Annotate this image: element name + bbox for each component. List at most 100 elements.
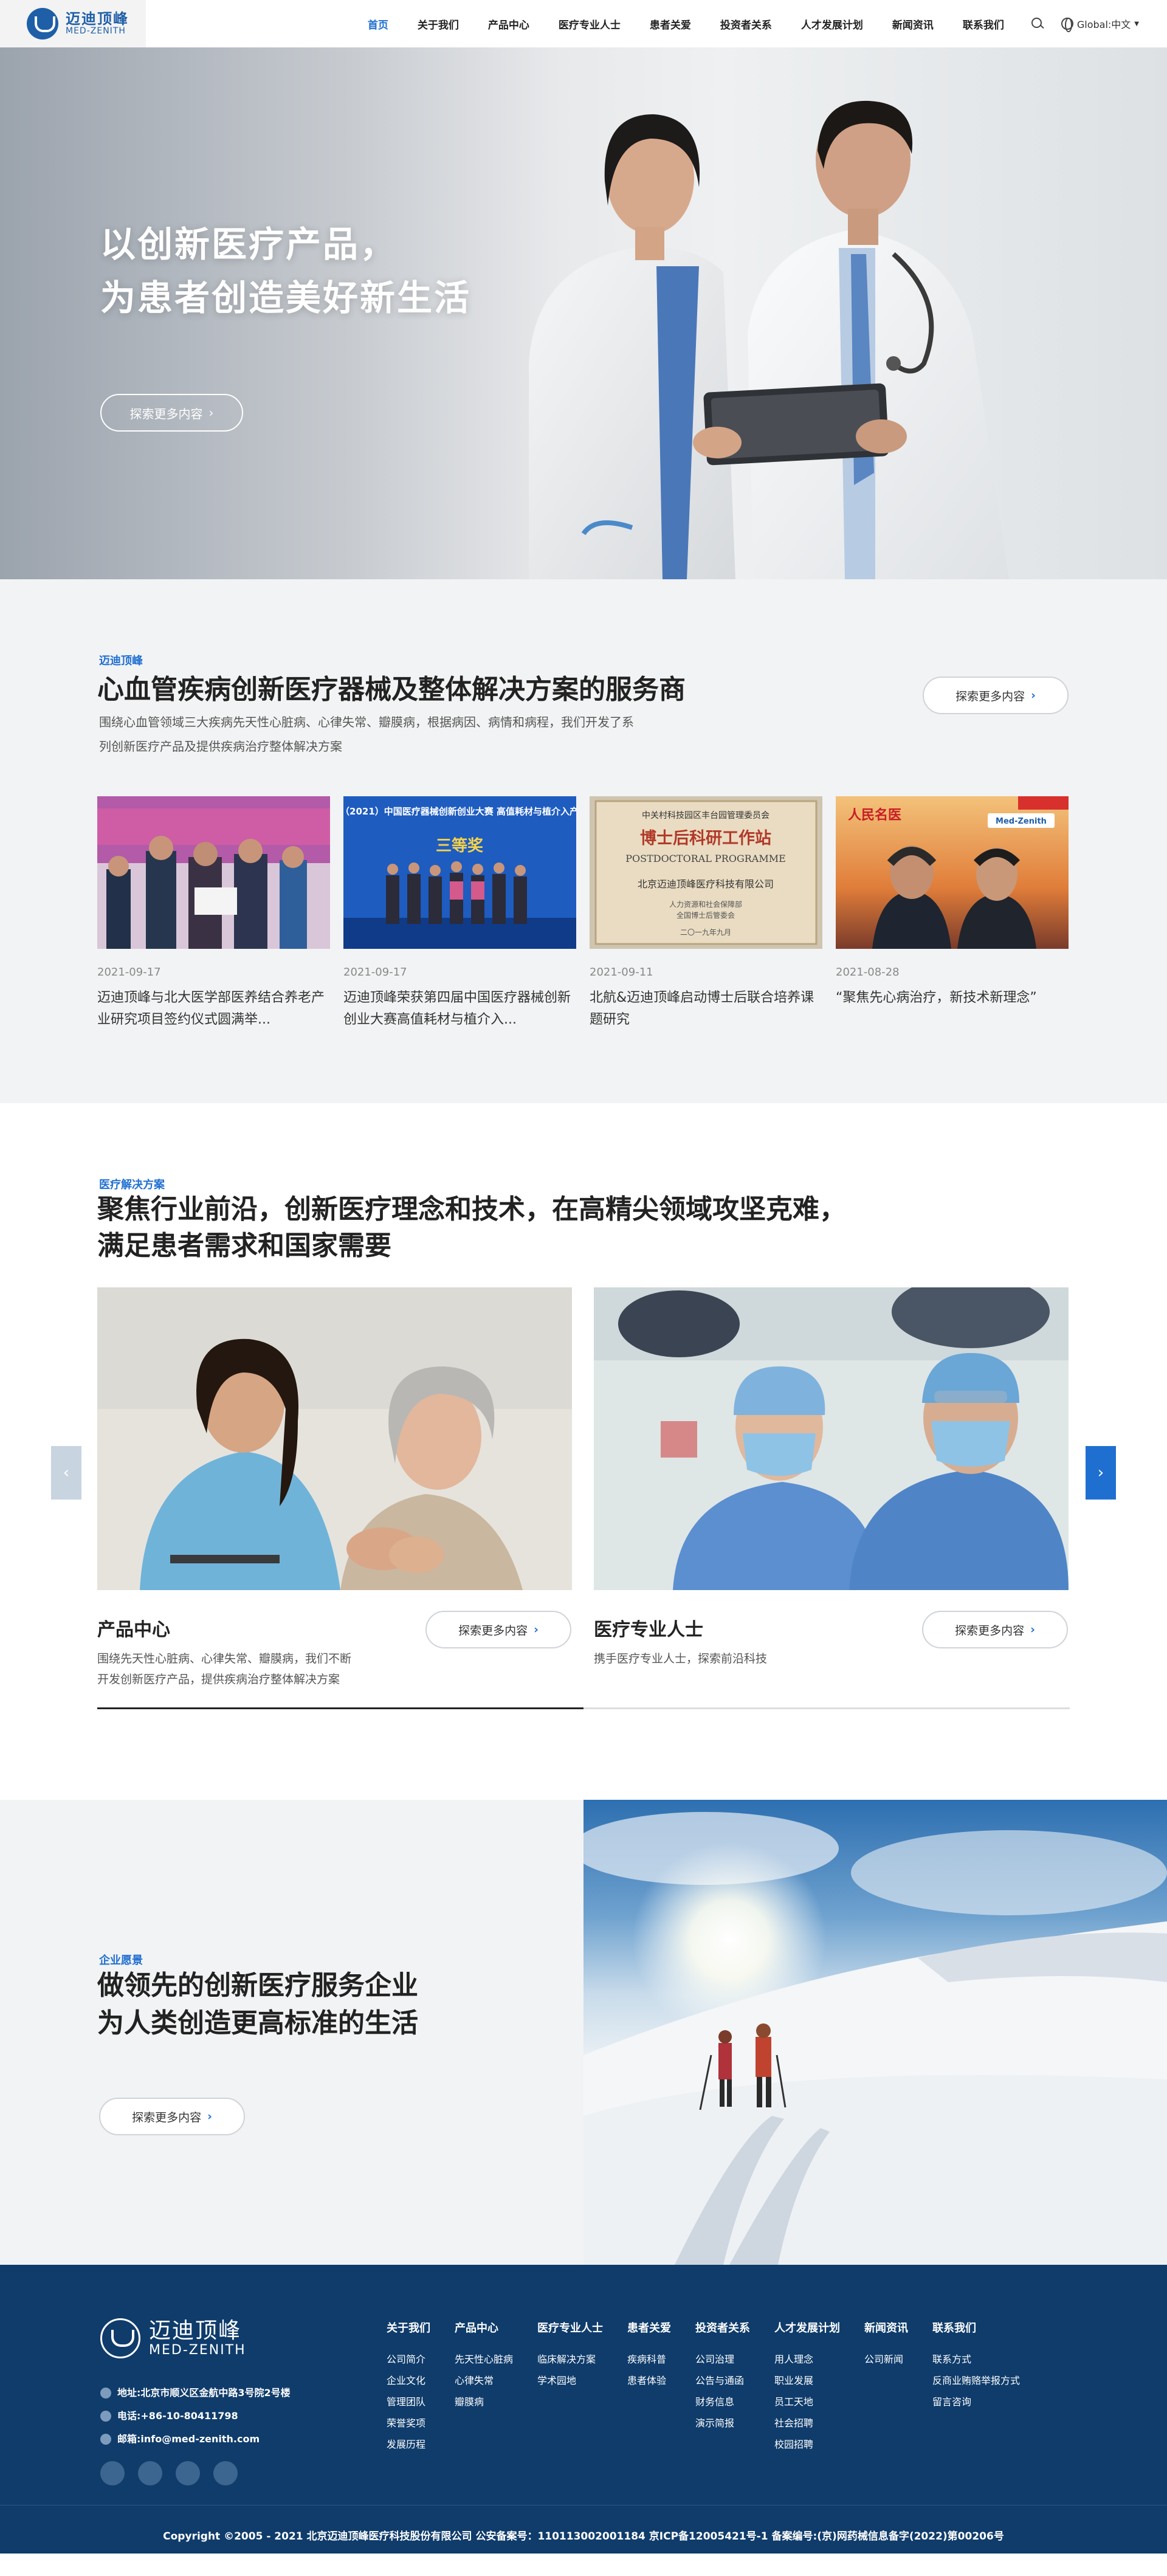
solution-card-products[interactable]: 产品中心 围绕先天性心脏病、心律失常、瓣膜病，我们不断 开发创新医疗产品，提供疾… xyxy=(97,1287,572,1690)
solutions-title: 聚焦行业前沿，创新医疗理念和技术，在高精尖领域攻坚克难， 满足患者需求和国家需要 xyxy=(97,1191,846,1264)
solution-explore-label: 探索更多内容 xyxy=(955,1624,1025,1638)
footer-link[interactable]: 联系方式 xyxy=(932,2349,1020,2370)
footer-link[interactable]: 反商业贿赂举报方式 xyxy=(932,2370,1020,2391)
footer-link[interactable]: 发展历程 xyxy=(387,2434,430,2455)
nav-talent[interactable]: 人才发展计划 xyxy=(801,0,863,47)
footer-link[interactable]: 先天性心脏病 xyxy=(455,2349,513,2370)
phone-icon xyxy=(100,2411,111,2422)
chevron-right-icon: › xyxy=(207,2110,212,2123)
footer-link[interactable]: 公告与通函 xyxy=(695,2370,750,2391)
language-label: Global:中文 xyxy=(1076,19,1131,30)
footer-col-patient-care: 患者关爱 疾病科普 患者体验 xyxy=(627,2319,671,2455)
footer-link[interactable]: 校园招聘 xyxy=(774,2434,840,2455)
plaque-line6: 全国博士后管委会 xyxy=(676,911,735,920)
footer-link[interactable]: 心律失常 xyxy=(455,2370,513,2391)
solutions-eyebrow: 医疗解决方案 xyxy=(99,1179,165,1191)
caret-down-icon: ▼ xyxy=(1134,20,1139,27)
news-date: 2021-09-17 xyxy=(97,966,161,979)
logo[interactable]: 迈迪顶峰 MED-ZENITH xyxy=(0,0,146,47)
footer-email[interactable]: 邮箱:info@med-zenith.com xyxy=(117,2428,260,2451)
solutions-title-line1: 聚焦行业前沿，创新医疗理念和技术，在高精尖领域攻坚克难， xyxy=(97,1194,846,1225)
footer-link[interactable]: 荣誉奖项 xyxy=(387,2412,430,2434)
footer-logo-cn: 迈迪顶峰 xyxy=(149,2318,242,2344)
intro-news-section: 迈迪顶峰 心血管疾病创新医疗器械及整体解决方案的服务商 围绕心血管领域三大疾病先… xyxy=(0,579,1167,1103)
footer-link[interactable]: 公司简介 xyxy=(387,2349,430,2370)
footer-link[interactable]: 演示简报 xyxy=(695,2412,750,2434)
news-title[interactable]: 北航&迈迪顶峰启动博士后联合培养课题研究 xyxy=(590,987,822,1031)
footer-link[interactable]: 公司治理 xyxy=(695,2349,750,2370)
weibo-icon[interactable] xyxy=(138,2461,162,2485)
intro-explore-button[interactable]: 探索更多内容 › xyxy=(923,677,1069,714)
footer-link[interactable]: 用人理念 xyxy=(774,2349,840,2370)
plaque-line2: 博士后科研工作站 xyxy=(640,828,771,848)
footer-col-products: 产品中心 先天性心脏病 心律失常 瓣膜病 xyxy=(455,2319,513,2455)
footer-link[interactable]: 疾病科普 xyxy=(627,2349,671,2370)
nav-contact[interactable]: 联系我们 xyxy=(963,0,1004,47)
solution-image-nurse-patient xyxy=(97,1287,572,1590)
plaque-line5: 人力资源和社会保障部 xyxy=(669,900,742,909)
vision-image-mountaineers xyxy=(584,1800,1167,2265)
solution-card-professionals[interactable]: 医疗专业人士 携手医疗专业人士，探索前沿科技 探索更多内容 › xyxy=(594,1287,1069,1669)
carousel-progress-fill xyxy=(97,1707,584,1709)
footer-link[interactable]: 学术园地 xyxy=(537,2370,603,2391)
nav-professionals[interactable]: 医疗专业人士 xyxy=(559,0,621,47)
hero-explore-button[interactable]: 探索更多内容 › xyxy=(100,394,243,432)
vision-explore-button[interactable]: 探索更多内容 › xyxy=(99,2098,245,2135)
solution-description: 围绕先天性心脏病、心律失常、瓣膜病，我们不断 开发创新医疗产品，提供疾病治疗整体… xyxy=(97,1648,572,1690)
footer-col-title[interactable]: 关于我们 xyxy=(387,2319,430,2335)
footer-link[interactable]: 企业文化 xyxy=(387,2370,430,2391)
news-card[interactable]: 中关村科技园区丰台园管理委员会 博士后科研工作站 POSTDOCTORAL PR… xyxy=(590,796,822,1031)
footer-link[interactable]: 留言咨询 xyxy=(932,2391,1020,2412)
nav-investors[interactable]: 投资者关系 xyxy=(720,0,772,47)
carousel-prev-button[interactable]: ‹ xyxy=(51,1446,81,1500)
footer-link[interactable]: 职业发展 xyxy=(774,2370,840,2391)
chevron-right-icon: › xyxy=(1031,689,1036,702)
nav-about[interactable]: 关于我们 xyxy=(418,0,459,47)
language-selector[interactable]: Global:中文 ▼ xyxy=(1061,16,1139,32)
news-title[interactable]: 迈迪顶峰与北大医学部医养结合养老产业研究项目签约仪式圆满举... xyxy=(97,987,330,1031)
news-card[interactable]: 人民名医 Med-Zenith 2021-08-28 “聚焦先心病治疗，新技术新… xyxy=(836,796,1069,1031)
news-date: 2021-09-11 xyxy=(590,966,653,979)
solution-explore-button[interactable]: 探索更多内容 › xyxy=(425,1611,571,1648)
chevron-right-icon: › xyxy=(1030,1623,1035,1636)
footer-link[interactable]: 患者体验 xyxy=(627,2370,671,2391)
news-card[interactable]: 第四届（2021）中国医疗器械创新创业大赛 高值耗材与植介入产品复赛 三等奖 xyxy=(343,796,576,1031)
footer-col-title[interactable]: 联系我们 xyxy=(932,2319,1020,2335)
carousel-next-button[interactable]: › xyxy=(1086,1446,1116,1500)
footer-col-title[interactable]: 医疗专业人士 xyxy=(537,2319,603,2335)
news-title[interactable]: “聚焦先心病治疗，新技术新理念” xyxy=(836,987,1069,1031)
footer-link[interactable]: 公司新闻 xyxy=(864,2349,908,2370)
plaque-line1: 中关村科技园区丰台园管理委员会 xyxy=(642,811,769,821)
nav-home[interactable]: 首页 xyxy=(368,0,388,47)
footer-col-title[interactable]: 患者关爱 xyxy=(627,2319,671,2335)
footer-col-contact: 联系我们 联系方式 反商业贿赂举报方式 留言咨询 xyxy=(932,2319,1020,2455)
footer-col-title[interactable]: 新闻资讯 xyxy=(864,2319,908,2335)
footer-logo[interactable]: 迈迪顶峰 MED-ZENITH xyxy=(100,2318,246,2358)
news-title[interactable]: 迈迪顶峰荣获第四届中国医疗器械创新创业大赛高值耗材与植介入... xyxy=(343,987,576,1031)
footer-link[interactable]: 员工天地 xyxy=(774,2391,840,2412)
solution-explore-button[interactable]: 探索更多内容 › xyxy=(922,1611,1068,1648)
footer-col-title[interactable]: 人才发展计划 xyxy=(774,2319,840,2335)
nav-products[interactable]: 产品中心 xyxy=(488,0,529,47)
search-icon[interactable] xyxy=(1031,17,1044,30)
footer-link[interactable]: 临床解决方案 xyxy=(537,2349,603,2370)
nav-patient-care[interactable]: 患者关爱 xyxy=(650,0,691,47)
linkedin-icon[interactable] xyxy=(213,2461,238,2485)
news-image-interview: 人民名医 Med-Zenith xyxy=(836,796,1069,949)
footer-col-title[interactable]: 产品中心 xyxy=(455,2319,513,2335)
wechat-icon[interactable] xyxy=(100,2461,125,2485)
footer-link[interactable]: 管理团队 xyxy=(387,2391,430,2412)
footer-col-title[interactable]: 投资者关系 xyxy=(695,2319,750,2335)
solution-desc-line2: 开发创新医疗产品，提供疾病治疗整体解决方案 xyxy=(97,1673,340,1686)
footer-link[interactable]: 瓣膜病 xyxy=(455,2391,513,2412)
plaque-line4: 北京迈迪顶峰医疗科技有限公司 xyxy=(638,878,774,890)
news-card[interactable]: 2021-09-17 迈迪顶峰与北大医学部医养结合养老产业研究项目签约仪式圆满举… xyxy=(97,796,330,1031)
chevron-right-icon: › xyxy=(1097,1464,1104,1482)
footer-link[interactable]: 财务信息 xyxy=(695,2391,750,2412)
douyin-icon[interactable] xyxy=(176,2461,200,2485)
footer-link-columns: 关于我们 公司简介 企业文化 管理团队 荣誉奖项 发展历程 产品中心 先天性心脏… xyxy=(387,2319,1044,2455)
nav-news[interactable]: 新闻资讯 xyxy=(892,0,934,47)
footer-link[interactable]: 社会招聘 xyxy=(774,2412,840,2434)
footer-address: 地址:北京市顺义区金航中路3号院2号楼 xyxy=(117,2387,291,2399)
footer-col-investors: 投资者关系 公司治理 公告与通函 财务信息 演示简报 xyxy=(695,2319,750,2455)
